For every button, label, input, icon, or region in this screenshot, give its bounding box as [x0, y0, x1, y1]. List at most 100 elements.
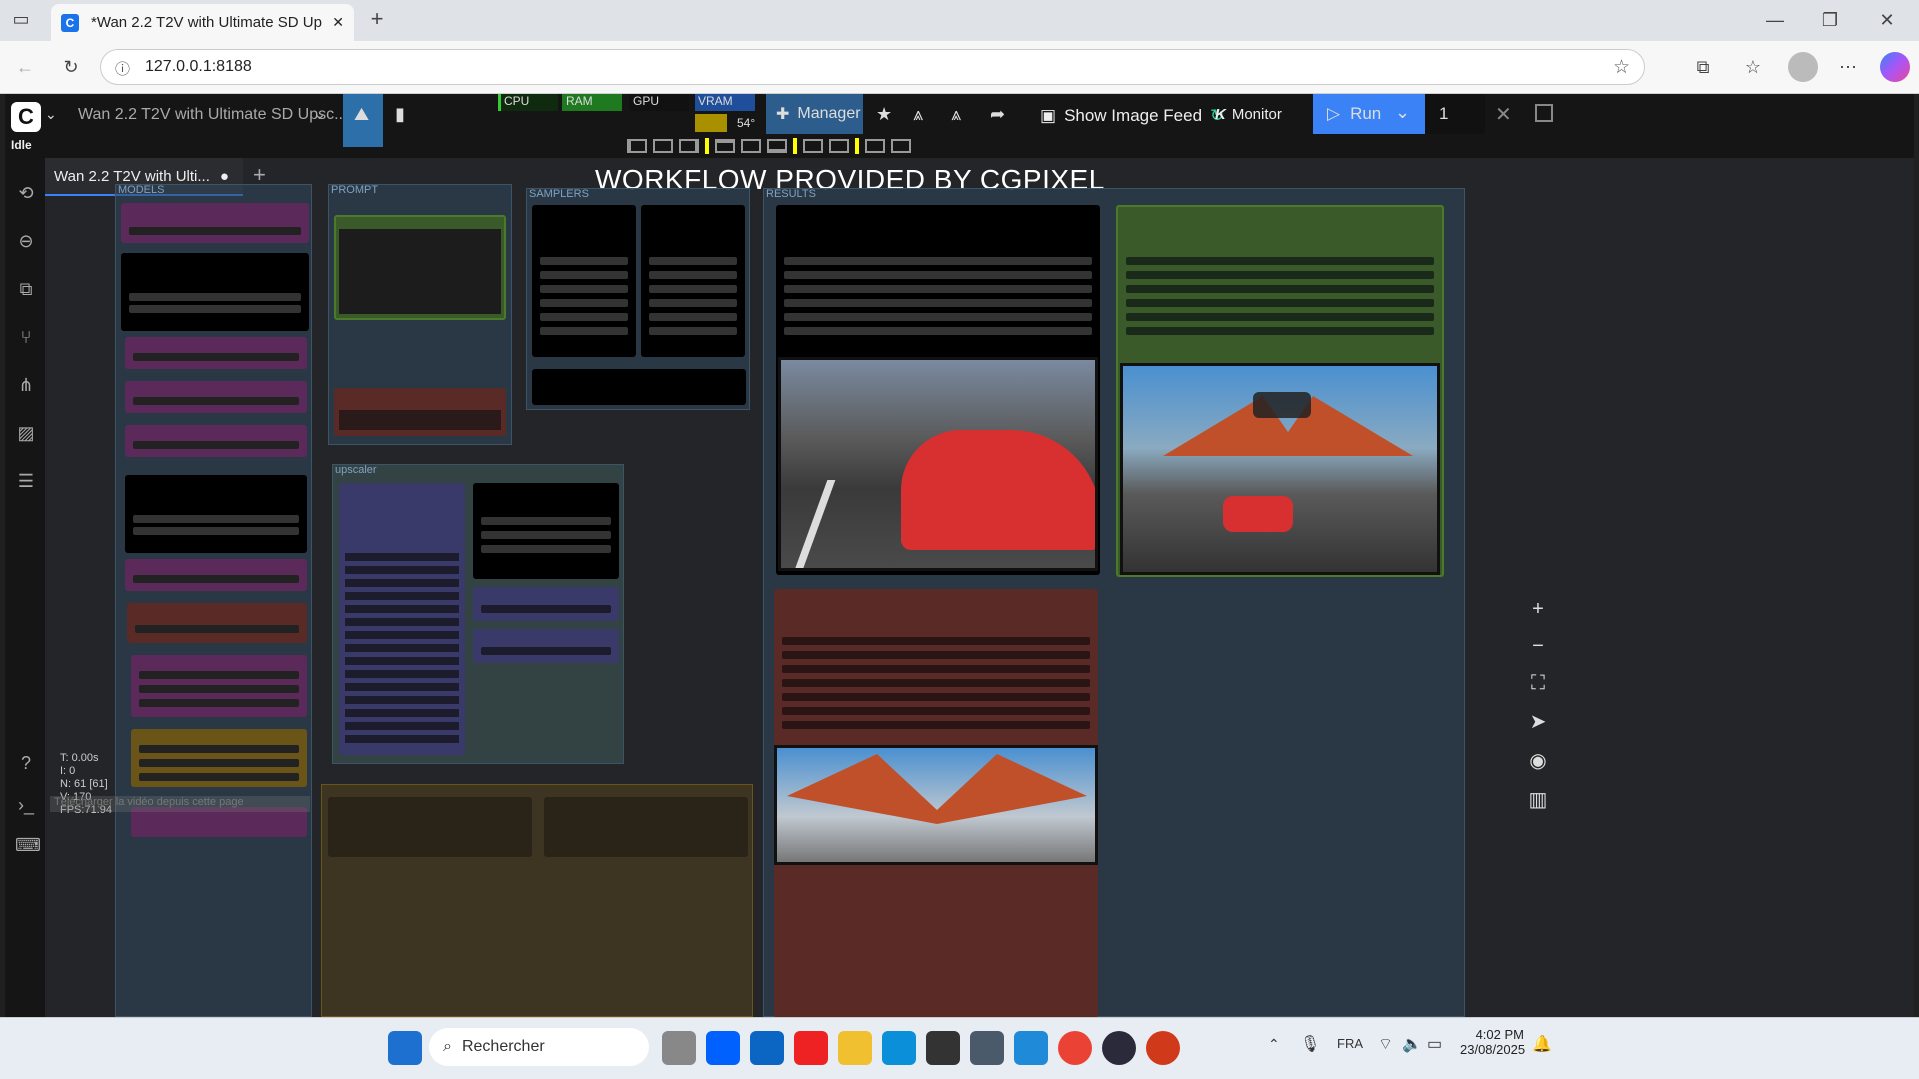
- ultimate-sd-upscale-node[interactable]: [339, 483, 465, 755]
- positive-prompt-node[interactable]: [334, 215, 506, 320]
- app-p-icon[interactable]: [1146, 1031, 1180, 1065]
- taskbar-clock[interactable]: 4:02 PM 23/08/2025: [1460, 1027, 1525, 1057]
- calculator-icon[interactable]: [970, 1031, 1004, 1065]
- copilot-icon[interactable]: [1880, 52, 1910, 82]
- monitor-button[interactable]: K Monitor: [1215, 106, 1282, 123]
- align-middle-icon[interactable]: [741, 139, 761, 153]
- notifications-icon[interactable]: 🔔: [1532, 1034, 1552, 1054]
- back-arrow-icon[interactable]: ←: [12, 54, 38, 80]
- davinci-icon[interactable]: [1102, 1031, 1136, 1065]
- favorite-star-icon[interactable]: ☆: [1613, 56, 1630, 79]
- workflow-chevron-icon[interactable]: ⌄: [313, 104, 326, 124]
- node[interactable]: [121, 203, 309, 243]
- comfy-logo-icon[interactable]: C: [11, 102, 41, 132]
- show-image-feed-button[interactable]: ▣ Show Image Feed ↻: [1040, 106, 1224, 126]
- volume-icon[interactable]: 🔈: [1402, 1034, 1422, 1054]
- workflow-name[interactable]: Wan 2.2 T2V with Ultimate SD Upsc...: [78, 106, 347, 124]
- file-explorer-icon[interactable]: [838, 1031, 872, 1065]
- minimize-button[interactable]: —: [1760, 8, 1790, 32]
- node[interactable]: [125, 337, 307, 369]
- image-overlay-controls[interactable]: [1253, 392, 1311, 418]
- node[interactable]: [127, 603, 307, 643]
- bookmark-icon[interactable]: ▮: [395, 104, 405, 125]
- align-bottom-icon[interactable]: [767, 139, 787, 153]
- manager-button[interactable]: ✚ Manager: [766, 94, 863, 134]
- tray-chevron-icon[interactable]: ⌃: [1268, 1036, 1280, 1053]
- edge-icon[interactable]: [882, 1031, 916, 1065]
- logo-menu-chevron-icon[interactable]: ⌄: [45, 106, 57, 123]
- node[interactable]: [121, 253, 309, 331]
- terminal-icon[interactable]: ›_: [15, 794, 37, 816]
- negative-prompt-node[interactable]: [334, 388, 506, 436]
- browser-tab[interactable]: C *Wan 2.2 T2V with Ultimate SD Up ✕: [51, 4, 354, 41]
- fit-view-icon[interactable]: ⛶: [1531, 672, 1545, 695]
- close-tab-icon[interactable]: ✕: [332, 14, 344, 31]
- decode-node[interactable]: [532, 369, 746, 405]
- node[interactable]: [544, 797, 748, 857]
- run-options-chevron-icon[interactable]: ⌄: [1395, 102, 1410, 123]
- align-top-icon[interactable]: [715, 139, 735, 153]
- help-icon[interactable]: ?: [15, 752, 37, 774]
- video-download-hint[interactable]: Télécharger la vidéo depuis cette page: [50, 796, 310, 812]
- star-icon[interactable]: ★: [876, 104, 892, 125]
- terminal-app-icon[interactable]: [926, 1031, 960, 1065]
- history-icon[interactable]: ⟲: [15, 182, 37, 204]
- wifi-icon[interactable]: ⌔: [1378, 1034, 1393, 1054]
- tab-actions-icon[interactable]: ▭: [10, 8, 32, 30]
- distribute-v-icon[interactable]: [829, 139, 849, 153]
- upscaled-preview-node[interactable]: [1116, 205, 1444, 577]
- node-library-icon[interactable]: ⊖: [15, 230, 37, 252]
- node[interactable]: [131, 655, 307, 717]
- templates-icon[interactable]: ☰: [15, 470, 37, 492]
- photos-icon[interactable]: [1014, 1031, 1048, 1065]
- model-icon[interactable]: ⩓: [913, 104, 923, 125]
- start-menu-icon[interactable]: [388, 1031, 422, 1065]
- new-tab-button[interactable]: +: [364, 6, 390, 32]
- align-left-icon[interactable]: [627, 139, 647, 153]
- node[interactable]: [125, 425, 307, 457]
- comparison-node[interactable]: [774, 589, 1098, 1017]
- video-preview-node[interactable]: [776, 205, 1100, 575]
- node[interactable]: [131, 729, 307, 787]
- workflows-icon[interactable]: ⑂: [15, 326, 37, 348]
- more-menu-icon[interactable]: ⋯: [1835, 54, 1861, 80]
- close-window-button[interactable]: ✕: [1872, 8, 1902, 32]
- zoom-out-icon[interactable]: −: [1532, 635, 1544, 658]
- maximize-button[interactable]: ❐: [1815, 8, 1845, 32]
- chrome-icon[interactable]: [1058, 1031, 1092, 1065]
- keyboard-icon[interactable]: ⌨: [15, 834, 41, 856]
- group-results[interactable]: RESULTS: [763, 188, 1465, 1017]
- task-view-icon[interactable]: [662, 1031, 696, 1065]
- extensions-icon[interactable]: ⧉: [1690, 54, 1716, 80]
- favorites-icon[interactable]: ☆: [1740, 54, 1766, 80]
- minimap-icon[interactable]: ▥: [1529, 787, 1548, 812]
- profile-avatar-icon[interactable]: [1788, 52, 1818, 82]
- zoom-in-icon[interactable]: +: [1532, 598, 1544, 621]
- outlook-icon[interactable]: [750, 1031, 784, 1065]
- upscale-model-node[interactable]: [473, 483, 619, 579]
- battery-icon[interactable]: ▭: [1427, 1034, 1442, 1054]
- language-indicator[interactable]: FRA: [1337, 1036, 1363, 1051]
- taskbar-search-box[interactable]: ⌕ Rechercher: [429, 1028, 649, 1066]
- queue-count-input[interactable]: 1: [1425, 94, 1485, 134]
- group-upscaler[interactable]: upscaler: [332, 464, 624, 764]
- sampler-low-node[interactable]: [641, 205, 745, 357]
- fullscreen-icon[interactable]: [1535, 104, 1553, 122]
- distribute-h-icon[interactable]: [803, 139, 823, 153]
- dropbox-icon[interactable]: [706, 1031, 740, 1065]
- align-right-icon[interactable]: [679, 139, 699, 153]
- select-mode-icon[interactable]: ➤: [1530, 709, 1547, 734]
- cancel-icon[interactable]: ✕: [1495, 102, 1512, 127]
- group-bottom[interactable]: [321, 784, 753, 1017]
- sampler-high-node[interactable]: [532, 205, 636, 357]
- hierarchy-icon[interactable]: ⋔: [15, 374, 37, 396]
- group-samplers[interactable]: SAMPLERS: [526, 188, 750, 410]
- workflow-canvas[interactable]: Wan 2.2 T2V with Ulti... ● + WORKFLOW PRO…: [45, 158, 1914, 1017]
- node[interactable]: [473, 587, 619, 621]
- address-bar[interactable]: ⓘ 127.0.0.1:8188 ☆: [100, 49, 1645, 85]
- align-center-icon[interactable]: [653, 139, 673, 153]
- share-icon[interactable]: ➦: [990, 104, 1005, 125]
- equal-height-icon[interactable]: [891, 139, 911, 153]
- mountain-icon-button[interactable]: ⛰: [343, 94, 383, 147]
- toggle-links-icon[interactable]: ◉: [1529, 748, 1546, 773]
